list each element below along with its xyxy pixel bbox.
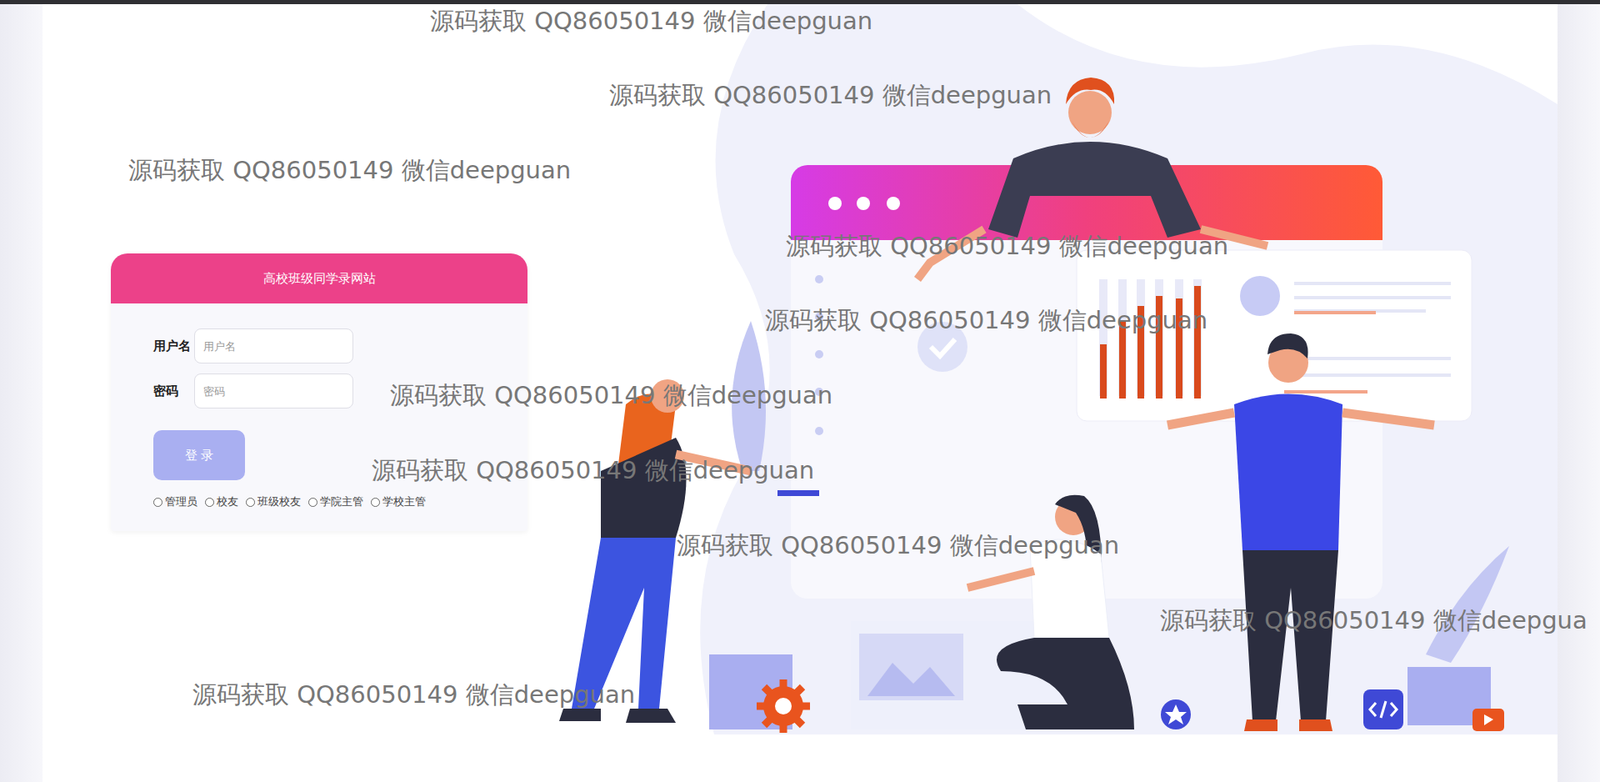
role-radio[interactable]	[308, 497, 318, 507]
role-radio[interactable]	[205, 497, 215, 507]
role-option[interactable]: 学校主管	[370, 495, 426, 510]
username-input[interactable]	[194, 328, 354, 364]
watermark: 源码获取 QQ86050149 微信deepguan	[676, 529, 1120, 563]
role-label[interactable]: 学校主管	[382, 495, 426, 510]
role-label[interactable]: 校友	[216, 495, 239, 510]
role-option[interactable]: 学院主管	[308, 495, 364, 510]
code-icon	[1363, 689, 1404, 730]
right-margin	[1557, 4, 1600, 782]
login-card: 高校班级同学录网站 用户名 密码 登 录 管理员 校友 班级校友 学院主管 学校主管	[110, 253, 528, 531]
login-button[interactable]: 登 录	[153, 430, 245, 480]
role-radio[interactable]	[370, 497, 380, 507]
watermark: 源码获取 QQ86050149 微信deepguan	[192, 678, 635, 712]
username-label: 用户名	[153, 338, 195, 355]
role-group: 管理员 校友 班级校友 学院主管 学校主管	[153, 495, 511, 510]
watermark: 源码获取 QQ86050149 微信deepguan	[128, 154, 571, 188]
role-option[interactable]: 管理员	[153, 495, 198, 510]
password-label: 密码	[153, 383, 195, 400]
role-label[interactable]: 班级校友	[257, 495, 301, 510]
role-option[interactable]: 班级校友	[245, 495, 301, 510]
password-input[interactable]	[194, 373, 354, 409]
watermark: 源码获取 QQ86050149 微信deepgua	[1160, 604, 1588, 638]
role-label[interactable]: 学院主管	[320, 495, 364, 510]
watermark: 源码获取 QQ86050149 微信deepguan	[765, 304, 1208, 338]
watermark: 源码获取 QQ86050149 微信deepguan	[785, 230, 1229, 264]
page: 高校班级同学录网站 用户名 密码 登 录 管理员 校友 班级校友 学院主管 学校主管	[42, 4, 1558, 782]
role-radio[interactable]	[153, 497, 163, 507]
site-title: 高校班级同学录网站	[263, 270, 376, 287]
watermark: 源码获取 QQ86050149 微信deepguan	[609, 79, 1052, 113]
role-label[interactable]: 管理员	[165, 495, 198, 510]
left-margin	[0, 4, 43, 782]
star-icon	[1160, 699, 1191, 730]
illustration	[550, 4, 1558, 738]
watermark: 源码获取 QQ86050149 微信deepguan	[430, 5, 873, 39]
video-icon	[1472, 708, 1505, 731]
gear-icon	[756, 679, 810, 733]
role-radio[interactable]	[245, 497, 255, 507]
card-header: 高校班级同学录网站	[110, 253, 528, 304]
role-option[interactable]: 校友	[205, 495, 239, 510]
